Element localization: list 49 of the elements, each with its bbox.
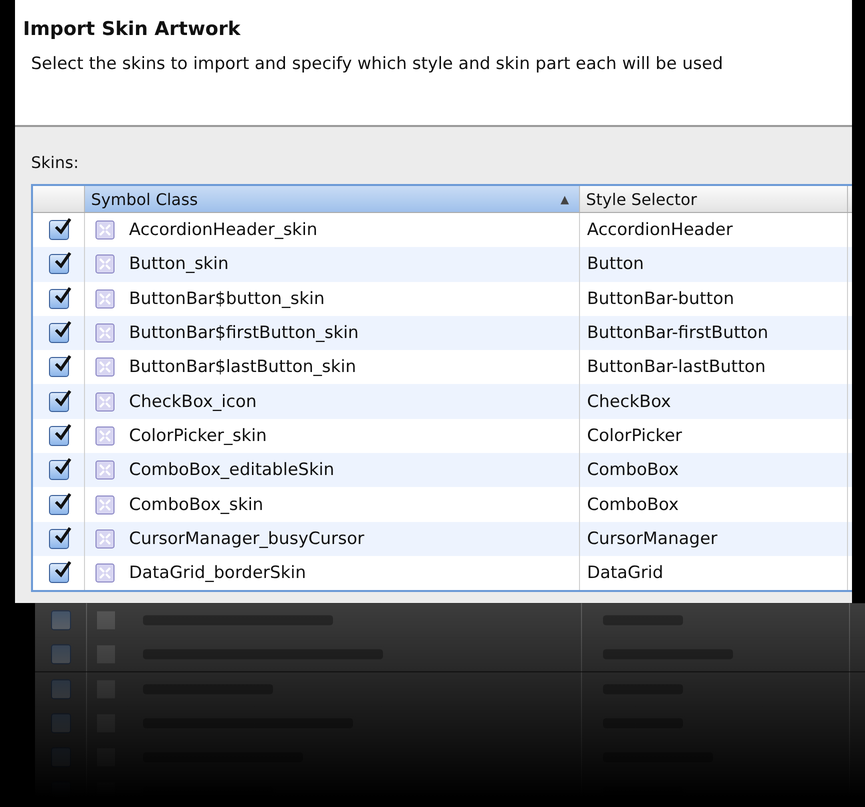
checkbox[interactable]	[48, 392, 68, 412]
checkbox[interactable]	[48, 357, 68, 378]
symbol-class-cell: ButtonBar$firstButton_skin	[129, 323, 359, 344]
checkbox[interactable]	[48, 220, 68, 240]
checkbox[interactable]	[48, 323, 68, 344]
symbol-class-cell: ComboBox_editableSkin	[129, 460, 334, 480]
symbol-class-cell: DataGrid_borderSkin	[129, 563, 306, 584]
symbol-icon	[95, 220, 115, 240]
symbol-class-cell: CursorManager_busyCursor	[129, 528, 364, 549]
symbol-class-cell: ButtonBar$button_skin	[129, 288, 325, 309]
checkbox[interactable]	[48, 426, 68, 446]
symbol-class-cell: ColorPicker_skin	[129, 426, 267, 446]
symbol-icon	[95, 494, 115, 515]
style-selector-cell: ColorPicker	[587, 426, 682, 446]
symbol-icon	[95, 254, 115, 274]
symbol-icon	[95, 426, 115, 446]
symbol-icon	[95, 563, 115, 584]
dialog-title: Import Skin Artwork	[23, 18, 242, 40]
symbol-icon	[95, 357, 115, 378]
symbol-class-cell: AccordionHeader_skin	[129, 220, 318, 240]
symbol-icon	[95, 528, 115, 549]
checkbox[interactable]	[48, 254, 68, 274]
symbol-icon	[95, 392, 115, 412]
style-selector-cell: ComboBox	[587, 460, 679, 480]
symbol-icon	[95, 288, 115, 309]
symbol-class-cell: CheckBox_icon	[129, 392, 257, 412]
style-selector-cell: CheckBox	[587, 392, 671, 412]
checkbox[interactable]	[48, 528, 68, 549]
style-selector-cell: ButtonBar-button	[587, 288, 734, 309]
style-selector-cell: Button	[587, 254, 644, 274]
column-header[interactable]: Symbol Class ▲	[85, 186, 580, 212]
checkbox[interactable]	[48, 494, 68, 515]
column-header[interactable]: Style Selector	[580, 186, 848, 212]
skins-label: Skins:	[31, 153, 80, 172]
dialog-description: Select the skins to import and specify which style and skin part each will be used	[31, 54, 724, 74]
style-selector-cell: DataGrid	[587, 563, 664, 584]
style-selector-cell: ButtonBar-firstButton	[587, 323, 768, 344]
symbol-class-cell: ButtonBar$lastButton_skin	[129, 357, 356, 378]
checkbox[interactable]	[48, 563, 68, 584]
symbol-class-cell: ComboBox_skin	[129, 494, 264, 515]
style-selector-cell: CursorManager	[587, 528, 718, 549]
symbol-class-cell: Button_skin	[129, 254, 229, 274]
checkbox[interactable]	[48, 288, 68, 309]
style-selector-cell: AccordionHeader	[587, 220, 733, 240]
style-selector-cell: ComboBox	[587, 494, 679, 515]
style-selector-cell: ButtonBar-lastButton	[587, 357, 766, 378]
symbol-icon	[95, 460, 115, 480]
checkbox[interactable]	[48, 460, 68, 480]
symbol-icon	[95, 323, 115, 344]
